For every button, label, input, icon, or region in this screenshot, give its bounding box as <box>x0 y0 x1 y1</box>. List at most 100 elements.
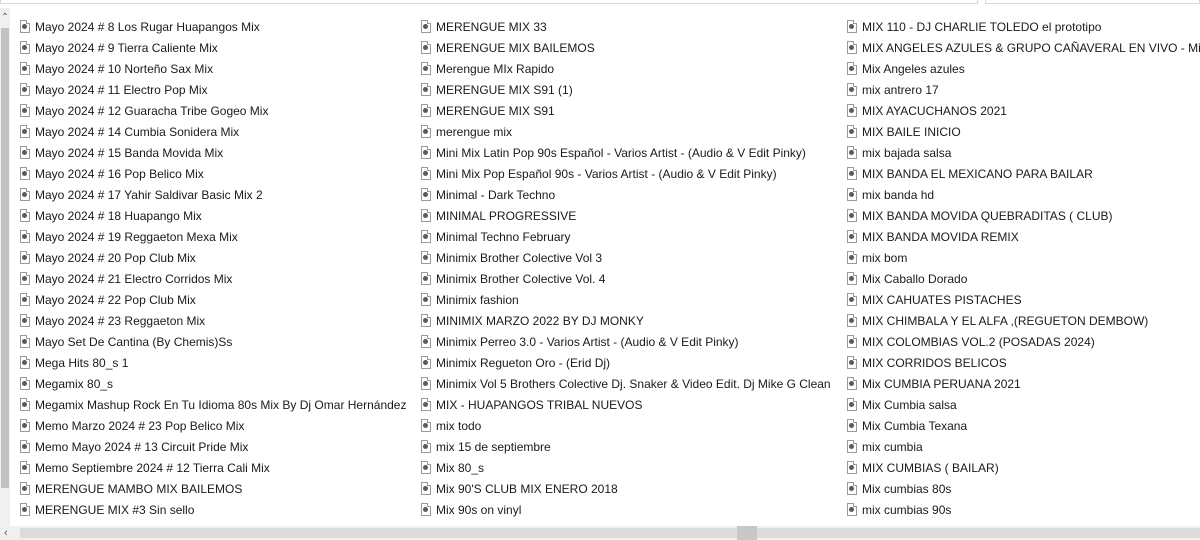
file-item[interactable]: mix bom <box>847 247 1200 268</box>
file-item[interactable]: Merengue MIx Rapido <box>421 58 841 79</box>
file-item[interactable]: Mayo 2024 # 15 Banda Movida Mix <box>20 142 415 163</box>
file-item[interactable]: mix todo <box>421 415 841 436</box>
file-item[interactable]: merengue mix <box>421 121 841 142</box>
file-item[interactable]: MIX 110 - DJ CHARLIE TOLEDO el prototipo <box>847 16 1200 37</box>
file-item[interactable]: Mayo 2024 # 14 Cumbia Sonidera Mix <box>20 121 415 142</box>
file-item[interactable]: Memo Septiembre 2024 # 12 Tierra Cali Mi… <box>20 457 415 478</box>
file-item[interactable]: MIX BANDA EL MEXICANO PARA BAILAR <box>847 163 1200 184</box>
file-item[interactable]: MIX CUMBIAS ( BAILAR) <box>847 457 1200 478</box>
file-item[interactable]: Mix Angeles azules <box>847 58 1200 79</box>
file-item[interactable]: MINIMAL PROGRESSIVE <box>421 205 841 226</box>
file-item[interactable]: Mix Caballo Dorado <box>847 268 1200 289</box>
video-file-icon <box>847 503 857 516</box>
file-item[interactable]: MIX AYACUCHANOS 2021 <box>847 100 1200 121</box>
chevron-up-icon[interactable]: ⌃ <box>0 12 10 24</box>
file-item[interactable]: mix 15 de septiembre <box>421 436 841 457</box>
file-item[interactable]: Mini Mix Pop Español 90s - Varios Artist… <box>421 163 841 184</box>
file-name: Mega Hits 80_s 1 <box>35 355 129 370</box>
file-item[interactable]: Minimix Regueton Oro - (Erid Dj) <box>421 352 841 373</box>
file-item[interactable]: Mayo 2024 # 8 Los Rugar Huapangos Mix <box>20 16 415 37</box>
file-item[interactable]: MERENGUE MIX S91 (1) <box>421 79 841 100</box>
file-item[interactable]: Mayo 2024 # 9 Tierra Caliente Mix <box>20 37 415 58</box>
file-item[interactable]: Mix 80_s <box>421 457 841 478</box>
video-file-icon <box>847 83 857 96</box>
file-item[interactable]: Mix cumbias 80s <box>847 478 1200 499</box>
video-file-icon <box>20 293 30 306</box>
file-item[interactable]: Memo Mayo 2024 # 13 Circuit Pride Mix <box>20 436 415 457</box>
file-item[interactable]: Minimix fashion <box>421 289 841 310</box>
file-item[interactable]: Minimix Perreo 3.0 - Varios Artist - (Au… <box>421 331 841 352</box>
video-file-icon <box>847 20 857 33</box>
address-bar[interactable] <box>0 0 978 4</box>
file-name: MIX CHIMBALA Y EL ALFA ,(REGUETON DEMBOW… <box>862 313 1149 328</box>
file-item[interactable]: MIX COLOMBIAS VOL.2 (POSADAS 2024) <box>847 331 1200 352</box>
file-item[interactable]: Mix CUMBIA PERUANA 2021 <box>847 373 1200 394</box>
file-item[interactable]: Mix Cumbia Texana <box>847 415 1200 436</box>
search-box[interactable] <box>985 0 1200 4</box>
file-item[interactable]: Minimix Brother Colective Vol. 4 <box>421 268 841 289</box>
video-file-icon <box>20 503 30 516</box>
horizontal-scroll-thumb[interactable] <box>737 526 757 540</box>
horizontal-scrollbar[interactable]: ‹ <box>0 526 1200 540</box>
file-item[interactable]: Mayo 2024 # 19 Reggaeton Mexa Mix <box>20 226 415 247</box>
video-file-icon <box>421 20 431 33</box>
file-item[interactable]: MIX BAILE INICIO <box>847 121 1200 142</box>
file-item[interactable]: MIX BANDA MOVIDA QUEBRADITAS ( CLUB) <box>847 205 1200 226</box>
file-item[interactable]: Mayo 2024 # 22 Pop Club Mix <box>20 289 415 310</box>
file-item[interactable]: Mix 90'S CLUB MIX ENERO 2018 <box>421 478 841 499</box>
file-item[interactable]: Mayo 2024 # 21 Electro Corridos Mix <box>20 268 415 289</box>
file-item[interactable]: mix cumbia <box>847 436 1200 457</box>
file-item[interactable]: Mega Hits 80_s 1 <box>20 352 415 373</box>
file-name: Mix CUMBIA PERUANA 2021 <box>862 376 1021 391</box>
file-item[interactable]: Mayo 2024 # 10 Norteño Sax Mix <box>20 58 415 79</box>
file-item[interactable]: MIX CORRIDOS BELICOS <box>847 352 1200 373</box>
video-file-icon <box>421 83 431 96</box>
file-item[interactable]: Mayo 2024 # 17 Yahir Saldivar Basic Mix … <box>20 184 415 205</box>
file-item[interactable]: MERENGUE MAMBO MIX BAILEMOS <box>20 478 415 499</box>
file-item[interactable]: mix bajada salsa <box>847 142 1200 163</box>
file-item[interactable]: MERENGUE MIX #3 Sin sello <box>20 499 415 520</box>
chevron-left-icon[interactable]: ‹ <box>4 526 8 540</box>
file-item[interactable]: MERENGUE MIX 33 <box>421 16 841 37</box>
file-item[interactable]: Mayo 2024 # 16 Pop Belico Mix <box>20 163 415 184</box>
file-item[interactable]: MERENGUE MIX BAILEMOS <box>421 37 841 58</box>
video-file-icon <box>20 272 30 285</box>
file-item[interactable]: Mix Cumbia salsa <box>847 394 1200 415</box>
file-name: Megamix Mashup Rock En Tu Idioma 80s Mix… <box>35 397 407 412</box>
file-name: Mayo 2024 # 11 Electro Pop Mix <box>35 82 208 97</box>
horizontal-scroll-track[interactable] <box>20 528 1200 538</box>
file-item[interactable]: Mayo 2024 # 12 Guaracha Tribe Gogeo Mix <box>20 100 415 121</box>
file-item[interactable]: MIX - HUAPANGOS TRIBAL NUEVOS <box>421 394 841 415</box>
file-item[interactable]: MIX ANGELES AZULES & GRUPO CAÑAVERAL EN … <box>847 37 1200 58</box>
file-item[interactable]: Mini Mix Latin Pop 90s Español - Varios … <box>421 142 841 163</box>
file-item[interactable]: Mayo Set De Cantina (By Chemis)Ss <box>20 331 415 352</box>
file-item[interactable]: Minimal Techno February <box>421 226 841 247</box>
file-item[interactable]: Mayo 2024 # 18 Huapango Mix <box>20 205 415 226</box>
file-item[interactable]: Megamix Mashup Rock En Tu Idioma 80s Mix… <box>20 394 415 415</box>
file-item[interactable]: Mayo 2024 # 11 Electro Pop Mix <box>20 79 415 100</box>
file-name: Merengue MIx Rapido <box>436 61 555 76</box>
vertical-scrollbar[interactable]: ⌃ <box>0 8 10 526</box>
file-item[interactable]: mix banda hd <box>847 184 1200 205</box>
file-item[interactable]: mix cumbias 90s <box>847 499 1200 520</box>
video-file-icon <box>847 314 857 327</box>
file-item[interactable]: MIX BANDA MOVIDA REMIX <box>847 226 1200 247</box>
vertical-scroll-thumb[interactable] <box>1 28 9 488</box>
file-item[interactable]: MIX CHIMBALA Y EL ALFA ,(REGUETON DEMBOW… <box>847 310 1200 331</box>
file-name: MERENGUE MIX BAILEMOS <box>436 40 595 55</box>
file-item[interactable]: Minimix Brother Colective Vol 3 <box>421 247 841 268</box>
file-name: mix antrero 17 <box>862 82 939 97</box>
file-item[interactable]: Mix 90s on vinyl <box>421 499 841 520</box>
video-file-icon <box>847 146 857 159</box>
file-item[interactable]: mix antrero 17 <box>847 79 1200 100</box>
video-file-icon <box>847 335 857 348</box>
file-item[interactable]: Minimix Vol 5 Brothers Colective Dj. Sna… <box>421 373 841 394</box>
file-item[interactable]: MINIMIX MARZO 2022 BY DJ MONKY <box>421 310 841 331</box>
file-item[interactable]: MERENGUE MIX S91 <box>421 100 841 121</box>
file-item[interactable]: Mayo 2024 # 23 Reggaeton Mix <box>20 310 415 331</box>
file-item[interactable]: Minimal - Dark Techno <box>421 184 841 205</box>
file-item[interactable]: Memo Marzo 2024 # 23 Pop Belico Mix <box>20 415 415 436</box>
file-item[interactable]: Mayo 2024 # 20 Pop Club Mix <box>20 247 415 268</box>
file-item[interactable]: Megamix 80_s <box>20 373 415 394</box>
file-item[interactable]: MIX CAHUATES PISTACHES <box>847 289 1200 310</box>
